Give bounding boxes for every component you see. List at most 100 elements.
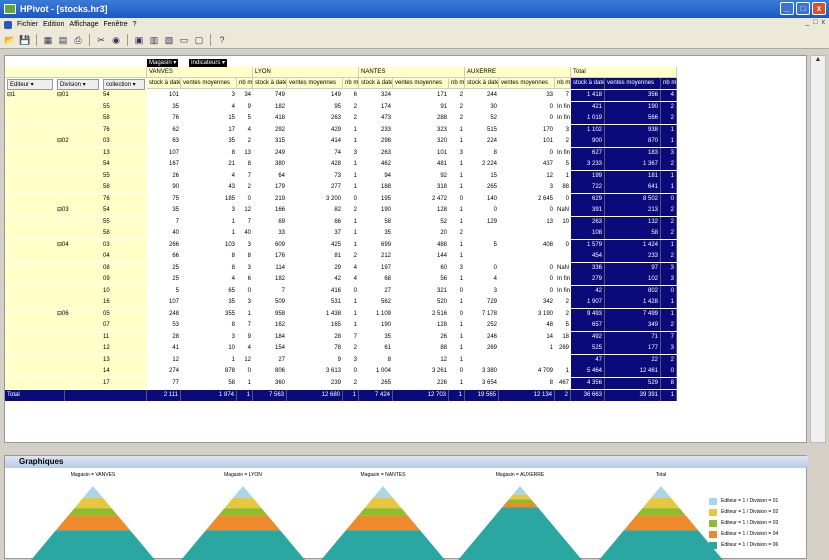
measure-header: stock à date: [465, 78, 499, 89]
data-cell: 699: [380, 241, 391, 248]
data-cell: 65: [228, 287, 235, 294]
editeur-cell: [5, 377, 55, 389]
data-cell: 8: [493, 149, 497, 156]
collection-cell: 54: [101, 159, 147, 170]
data-cell: 5: [175, 287, 179, 294]
help-icon[interactable]: ?: [216, 34, 228, 46]
chart-label: Magasin = LYON: [224, 472, 262, 478]
tools-icon[interactable]: ✂: [95, 34, 107, 46]
data-cell: In fin ity: [557, 287, 571, 294]
menu-affichage[interactable]: Affichage: [69, 21, 98, 28]
chart-label: Magasin = VANVES: [70, 472, 116, 478]
editeur-cell: [5, 262, 55, 274]
save-icon[interactable]: 💾: [19, 34, 31, 46]
total-cell: 36 663: [571, 390, 605, 401]
data-cell: 269: [558, 345, 569, 351]
menu-icon: [4, 20, 12, 29]
data-cell: [465, 355, 499, 366]
legend-swatch: [709, 520, 717, 527]
data-cell: 0: [565, 195, 569, 202]
data-cell: 1 019: [571, 113, 605, 124]
data-cell: 2: [459, 103, 463, 110]
data-cell: 184: [274, 333, 285, 340]
row-selector-editeur[interactable]: Editeur ▾: [7, 79, 53, 90]
filter-icon[interactable]: ◉: [110, 34, 122, 46]
magasin-chip[interactable]: Magasin ▾: [147, 59, 179, 67]
data-cell: 1: [231, 218, 235, 225]
data-cell: 265: [486, 184, 497, 190]
data-cell: 144: [436, 253, 447, 259]
data-cell: 562: [380, 299, 391, 305]
indicateurs-chip[interactable]: Indicateurs ▾: [189, 59, 228, 67]
mdi-close-button[interactable]: x: [822, 19, 826, 26]
data-cell: 0: [459, 195, 463, 202]
menu-fenetre[interactable]: Fenêtre: [103, 21, 127, 28]
grid-icon[interactable]: ▣: [133, 34, 145, 46]
editeur-cell[interactable]: ⊟1: [5, 90, 55, 101]
data-cell: 609: [274, 241, 285, 248]
data-cell: 7: [281, 287, 285, 294]
menu-fichier[interactable]: Fichier: [17, 21, 38, 28]
division-cell[interactable]: ⊟04: [55, 239, 101, 251]
data-cell: 525: [571, 343, 605, 354]
data-cell: 174: [380, 103, 391, 110]
division-cell[interactable]: ⊟02: [55, 136, 101, 147]
table-icon[interactable]: ▤: [57, 34, 69, 46]
data-cell: 60: [440, 264, 447, 271]
close-button[interactable]: x: [812, 2, 826, 15]
data-cell: 1 428: [605, 297, 661, 308]
print-icon[interactable]: ⎙: [72, 34, 84, 46]
menu-edition[interactable]: Edition: [43, 21, 64, 28]
data-cell: 7: [565, 92, 569, 98]
division-cell[interactable]: ⊟03: [55, 205, 101, 216]
data-cell: 2: [661, 101, 677, 113]
window-icon[interactable]: ▢: [193, 34, 205, 46]
pyramid-band: [345, 515, 421, 531]
minimize-button[interactable]: _: [780, 2, 794, 15]
division-cell[interactable]: ⊟01: [55, 90, 101, 101]
data-cell: 0: [493, 264, 497, 271]
vertical-scrollbar[interactable]: ▲: [810, 55, 826, 443]
data-cell: 2 472: [431, 195, 447, 202]
pyramid-band: [218, 508, 268, 516]
split2-icon[interactable]: ▭: [178, 34, 190, 46]
data-cell: 40: [244, 230, 251, 236]
data-cell: 0: [459, 368, 463, 374]
open-icon[interactable]: 📂: [4, 34, 16, 46]
collection-cell: 08: [101, 262, 147, 274]
data-cell: 3: [661, 147, 677, 159]
division-cell[interactable]: ⊟06: [55, 308, 101, 320]
pyramid-band: [623, 515, 699, 531]
data-cell: 4: [231, 276, 235, 282]
data-cell: 1 907: [571, 297, 605, 308]
row-selector-collection[interactable]: collection ▾: [103, 79, 145, 90]
data-cell: 266: [168, 241, 179, 248]
chart-label: Magasin = AUXERRE: [495, 472, 545, 478]
measure-header: stock à date: [253, 78, 287, 89]
row-selector-division[interactable]: Division ▾: [57, 79, 99, 90]
data-cell: 2: [353, 253, 357, 259]
menu-help[interactable]: ?: [133, 21, 137, 28]
data-cell: 729: [486, 299, 497, 305]
data-cell: 4: [247, 126, 251, 133]
data-cell: 2 645: [537, 195, 553, 202]
legend-item: Editeur = 1 / Division = 03: [709, 518, 778, 529]
mdi-restore-button[interactable]: □: [813, 19, 817, 26]
data-cell: 0: [661, 285, 677, 297]
chart-icon[interactable]: ▦: [42, 34, 54, 46]
mdi-minimize-button[interactable]: _: [805, 19, 809, 26]
toolbar-separator: [89, 33, 90, 46]
scroll-up-icon[interactable]: ▲: [811, 56, 825, 68]
division-cell: [55, 285, 101, 297]
collection-cell: 05: [101, 308, 147, 320]
data-cell: 492: [571, 331, 605, 343]
maximize-button[interactable]: □: [796, 2, 810, 15]
data-cell: 10: [562, 218, 569, 225]
data-cell: 437: [542, 161, 553, 167]
data-cell: 171: [436, 92, 447, 98]
split-icon[interactable]: ▨: [163, 34, 175, 46]
data-cell: 35: [172, 207, 179, 213]
data-cell: 25: [172, 264, 179, 271]
data-cell: 0: [247, 195, 251, 202]
grid2-icon[interactable]: ▥: [148, 34, 160, 46]
